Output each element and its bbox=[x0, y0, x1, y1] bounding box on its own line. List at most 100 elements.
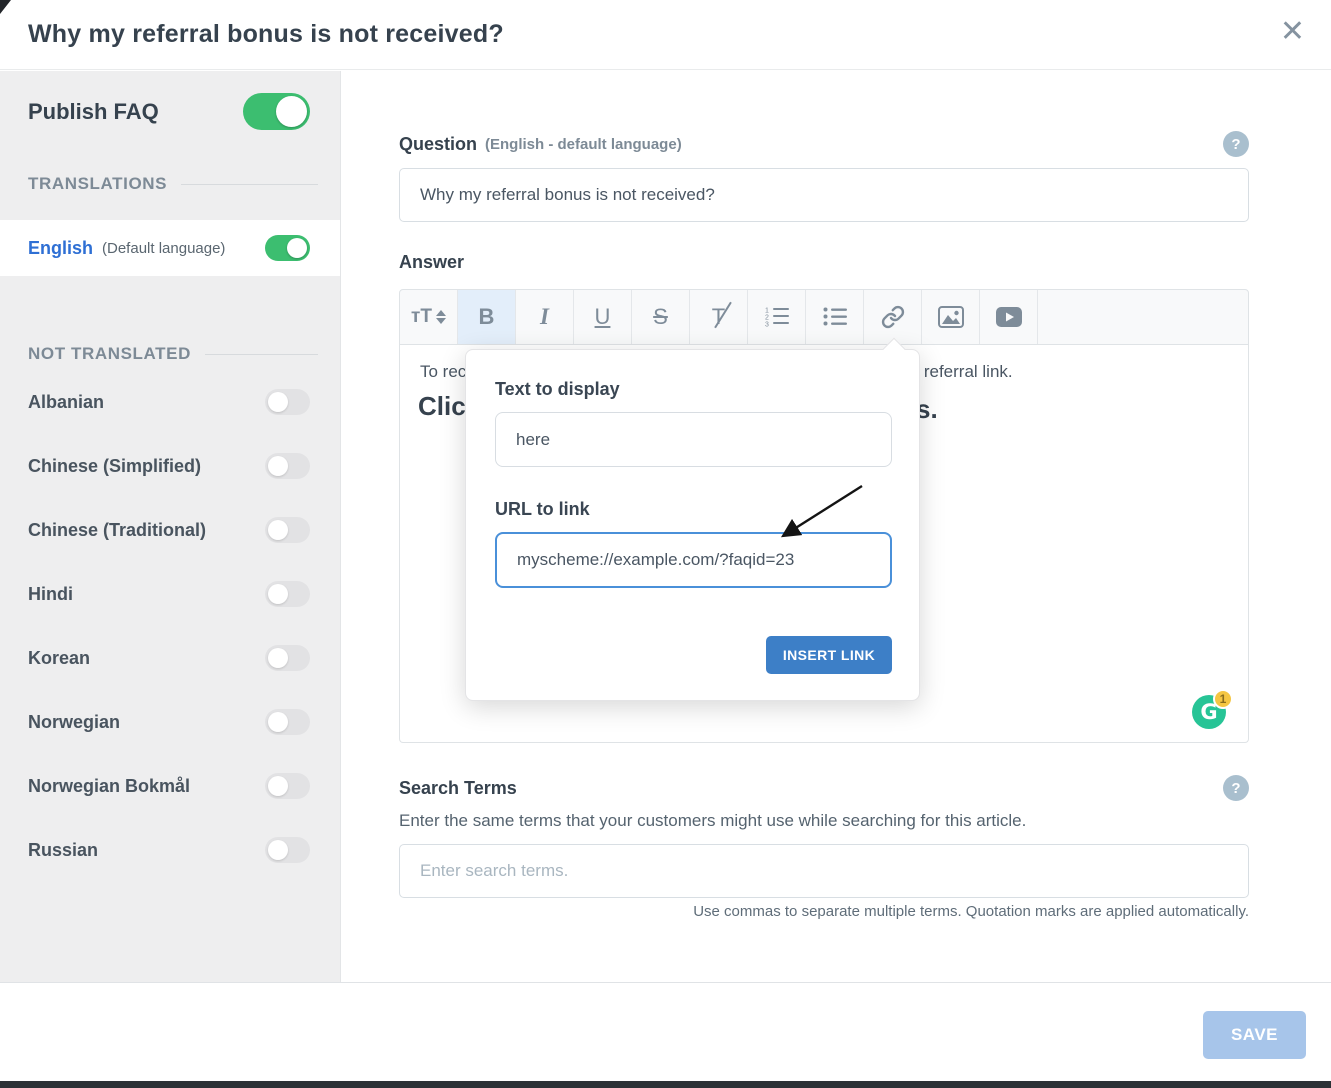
strikethrough-button[interactable]: S bbox=[632, 290, 690, 344]
answer-label: Answer bbox=[399, 252, 464, 273]
insert-link-confirm-button[interactable]: INSERT LINK bbox=[766, 636, 892, 674]
albanian-toggle[interactable] bbox=[265, 389, 310, 415]
search-terms-help-icon[interactable]: ? bbox=[1223, 775, 1249, 801]
toggle-knob bbox=[268, 584, 288, 604]
ordered-list-button[interactable]: 1 2 3 bbox=[748, 290, 806, 344]
question-input-wrap bbox=[399, 168, 1249, 222]
answer-text-fragment: ur referral link. bbox=[904, 362, 1013, 382]
language-name: Chinese (Traditional) bbox=[28, 520, 206, 541]
grammarly-widget[interactable]: G 1 bbox=[1192, 689, 1234, 731]
italic-icon: I bbox=[540, 304, 549, 330]
search-terms-input-wrap bbox=[399, 844, 1249, 898]
publish-faq-label: Publish FAQ bbox=[28, 99, 159, 125]
divider bbox=[181, 184, 318, 185]
language-name: Chinese (Simplified) bbox=[28, 456, 201, 477]
svg-text:2: 2 bbox=[765, 315, 769, 322]
backdrop-corner bbox=[0, 0, 11, 14]
text-to-display-label: Text to display bbox=[495, 379, 620, 400]
sidebar-item-albanian[interactable]: Albanian bbox=[0, 370, 340, 434]
toggle-knob bbox=[268, 392, 288, 412]
sidebar-item-hindi[interactable]: Hindi bbox=[0, 562, 340, 626]
language-name: Albanian bbox=[28, 392, 104, 413]
language-name: Norwegian Bokmål bbox=[28, 776, 190, 797]
sidebar-item-english[interactable]: English (Default language) bbox=[0, 220, 340, 276]
unordered-list-icon bbox=[823, 306, 847, 328]
toggle-knob bbox=[268, 456, 288, 476]
sidebar-item-russian[interactable]: Russian bbox=[0, 818, 340, 882]
norwegian-bokmal-toggle[interactable] bbox=[265, 773, 310, 799]
insert-video-button[interactable] bbox=[980, 290, 1038, 344]
save-button[interactable]: SAVE bbox=[1203, 1011, 1306, 1059]
chinese-traditional-toggle[interactable] bbox=[265, 517, 310, 543]
modal-header: Why my referral bonus is not received? ✕ bbox=[0, 0, 1331, 70]
clear-formatting-button[interactable]: T bbox=[690, 290, 748, 344]
svg-text:3: 3 bbox=[765, 322, 769, 329]
font-size-button[interactable]: тT bbox=[400, 290, 458, 344]
not-translated-section-header: NOT TRANSLATED bbox=[0, 344, 340, 364]
language-name: Korean bbox=[28, 648, 90, 669]
korean-toggle[interactable] bbox=[265, 645, 310, 671]
russian-toggle[interactable] bbox=[265, 837, 310, 863]
question-input[interactable] bbox=[399, 168, 1249, 222]
font-size-icon: тT bbox=[411, 306, 446, 328]
toggle-knob bbox=[276, 96, 307, 127]
publish-faq-row: Publish FAQ bbox=[0, 71, 340, 130]
language-name: Hindi bbox=[28, 584, 73, 605]
sidebar-item-korean[interactable]: Korean bbox=[0, 626, 340, 690]
svg-text:1: 1 bbox=[765, 308, 769, 315]
bold-icon: B bbox=[479, 304, 495, 330]
language-list: Albanian Chinese (Simplified) Chinese (T… bbox=[0, 370, 340, 882]
grammarly-badge: 1 bbox=[1213, 689, 1233, 709]
question-language-note: (English - default language) bbox=[485, 136, 682, 153]
toggle-knob bbox=[268, 648, 288, 668]
insert-image-button[interactable] bbox=[922, 290, 980, 344]
divider bbox=[205, 354, 318, 355]
bold-button[interactable]: B bbox=[458, 290, 516, 344]
language-name[interactable]: English bbox=[28, 238, 93, 259]
text-to-display-input[interactable] bbox=[495, 412, 892, 467]
sidebar-item-norwegian[interactable]: Norwegian bbox=[0, 690, 340, 754]
english-toggle[interactable] bbox=[265, 235, 310, 261]
toggle-knob bbox=[268, 712, 288, 732]
modal-footer: SAVE bbox=[0, 982, 1331, 1081]
norwegian-toggle[interactable] bbox=[265, 709, 310, 735]
link-icon bbox=[881, 305, 905, 329]
underline-button[interactable]: U bbox=[574, 290, 632, 344]
strikethrough-icon: S bbox=[653, 304, 668, 330]
underline-icon: U bbox=[595, 304, 611, 330]
search-terms-label: Search Terms bbox=[399, 778, 517, 799]
url-to-link-input[interactable] bbox=[495, 532, 892, 588]
search-terms-input[interactable] bbox=[399, 844, 1249, 898]
sidebar-item-chinese-simplified[interactable]: Chinese (Simplified) bbox=[0, 434, 340, 498]
insert-link-popup: Text to display URL to link INSERT LINK bbox=[465, 349, 920, 701]
page-title: Why my referral bonus is not received? bbox=[28, 20, 504, 49]
search-terms-hint: Use commas to separate multiple terms. Q… bbox=[399, 903, 1249, 920]
italic-button[interactable]: I bbox=[516, 290, 574, 344]
image-icon bbox=[938, 306, 964, 328]
toggle-knob bbox=[287, 238, 307, 258]
faq-edit-modal: Why my referral bonus is not received? ✕… bbox=[0, 0, 1331, 1088]
translations-section-header: TRANSLATIONS bbox=[0, 174, 340, 194]
not-translated-header-label: NOT TRANSLATED bbox=[28, 344, 191, 364]
toggle-knob bbox=[268, 520, 288, 540]
answer-text-fragment-bold: Clic bbox=[418, 391, 466, 422]
language-name: Norwegian bbox=[28, 712, 120, 733]
search-terms-label-row: Search Terms ? bbox=[399, 775, 1249, 801]
sidebar-item-norwegian-bokmal[interactable]: Norwegian Bokmål bbox=[0, 754, 340, 818]
publish-faq-toggle[interactable] bbox=[243, 93, 310, 130]
insert-link-button[interactable] bbox=[864, 290, 922, 344]
sidebar-item-chinese-traditional[interactable]: Chinese (Traditional) bbox=[0, 498, 340, 562]
question-label: Question bbox=[399, 134, 477, 155]
backdrop-bottom bbox=[0, 1081, 1331, 1088]
toggle-knob bbox=[268, 840, 288, 860]
hindi-toggle[interactable] bbox=[265, 581, 310, 607]
search-terms-description: Enter the same terms that your customers… bbox=[399, 811, 1026, 831]
chinese-simplified-toggle[interactable] bbox=[265, 453, 310, 479]
language-name: Russian bbox=[28, 840, 98, 861]
clear-formatting-icon: T bbox=[712, 304, 725, 330]
close-icon[interactable]: ✕ bbox=[1280, 17, 1305, 47]
toggle-knob bbox=[268, 776, 288, 796]
sidebar: Publish FAQ TRANSLATIONS English (Defaul… bbox=[0, 71, 341, 982]
unordered-list-button[interactable] bbox=[806, 290, 864, 344]
question-help-icon[interactable]: ? bbox=[1223, 131, 1249, 157]
